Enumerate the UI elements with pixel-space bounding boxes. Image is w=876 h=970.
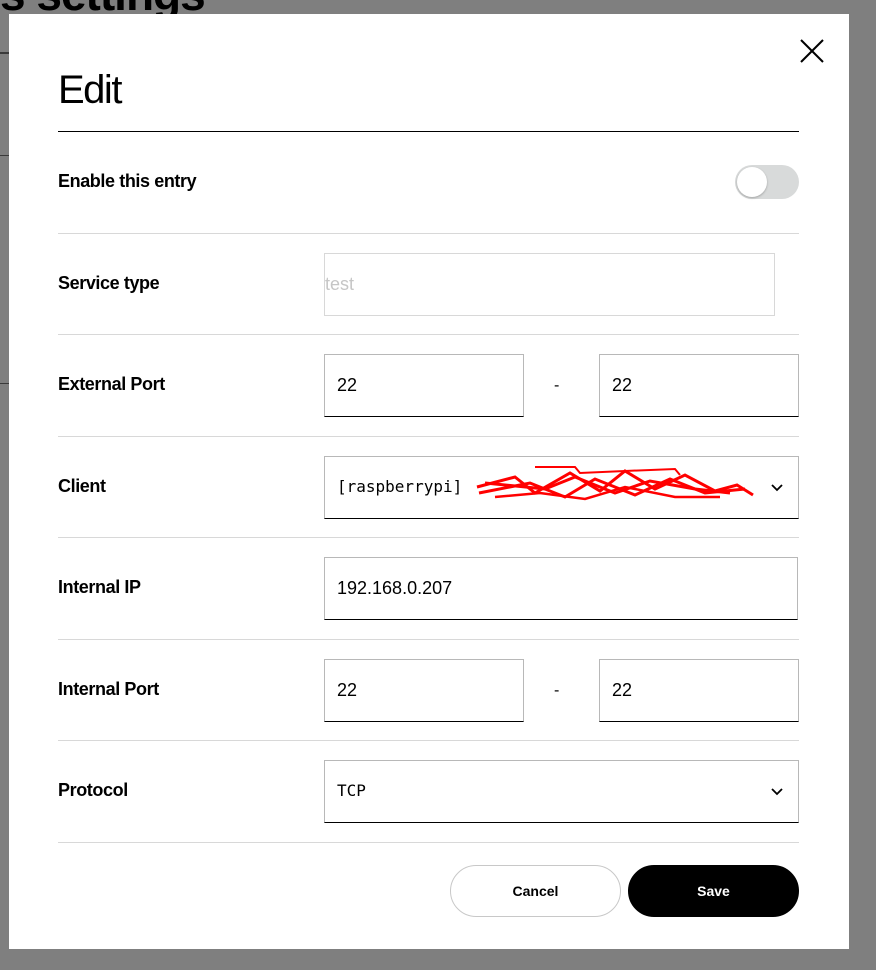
chevron-down-icon[interactable] — [770, 481, 784, 495]
title-divider — [58, 131, 799, 132]
service-type-field[interactable] — [324, 253, 775, 316]
close-icon[interactable] — [797, 36, 827, 66]
client-select[interactable]: [raspberrypi] — [324, 456, 799, 519]
row-divider — [58, 436, 799, 437]
external-port-end-input[interactable] — [600, 355, 798, 416]
dialog-title: Edit — [58, 68, 122, 112]
client-selected-value: [raspberrypi] — [337, 477, 463, 496]
redaction-scribble — [476, 466, 754, 501]
row-divider — [58, 740, 799, 741]
background-divider — [0, 52, 9, 54]
external-port-end-field[interactable] — [599, 354, 799, 417]
client-label: Client — [58, 476, 106, 496]
row-divider — [58, 233, 799, 234]
protocol-selected-value: TCP — [337, 781, 366, 800]
background-divider — [0, 155, 9, 156]
internal-ip-label: Internal IP — [58, 577, 141, 597]
enable-entry-label: Enable this entry — [58, 171, 197, 191]
enable-entry-toggle[interactable] — [735, 165, 799, 199]
row-divider — [58, 842, 799, 843]
toggle-knob — [737, 167, 767, 197]
internal-port-end-field[interactable] — [599, 659, 799, 722]
row-divider — [58, 639, 799, 640]
internal-ip-field[interactable] — [324, 557, 798, 620]
service-type-label: Service type — [58, 273, 160, 293]
background-divider — [0, 383, 9, 384]
edit-dialog: Edit Enable this entry Service type Exte… — [9, 14, 849, 949]
row-divider — [58, 334, 799, 335]
external-port-start-input[interactable] — [325, 355, 523, 416]
external-port-start-field[interactable] — [324, 354, 524, 417]
service-type-input[interactable] — [325, 254, 774, 315]
internal-port-start-input[interactable] — [325, 660, 523, 721]
internal-port-label: Internal Port — [58, 679, 159, 699]
internal-port-end-input[interactable] — [600, 660, 798, 721]
port-range-separator: - — [554, 377, 560, 394]
cancel-button[interactable]: Cancel — [450, 865, 621, 917]
protocol-label: Protocol — [58, 780, 128, 800]
port-range-separator: - — [554, 682, 560, 699]
save-button[interactable]: Save — [628, 865, 799, 917]
row-divider — [58, 537, 799, 538]
protocol-select[interactable]: TCP — [324, 760, 799, 823]
internal-ip-input[interactable] — [325, 558, 797, 619]
external-port-label: External Port — [58, 374, 165, 394]
internal-port-start-field[interactable] — [324, 659, 524, 722]
chevron-down-icon[interactable] — [770, 785, 784, 799]
